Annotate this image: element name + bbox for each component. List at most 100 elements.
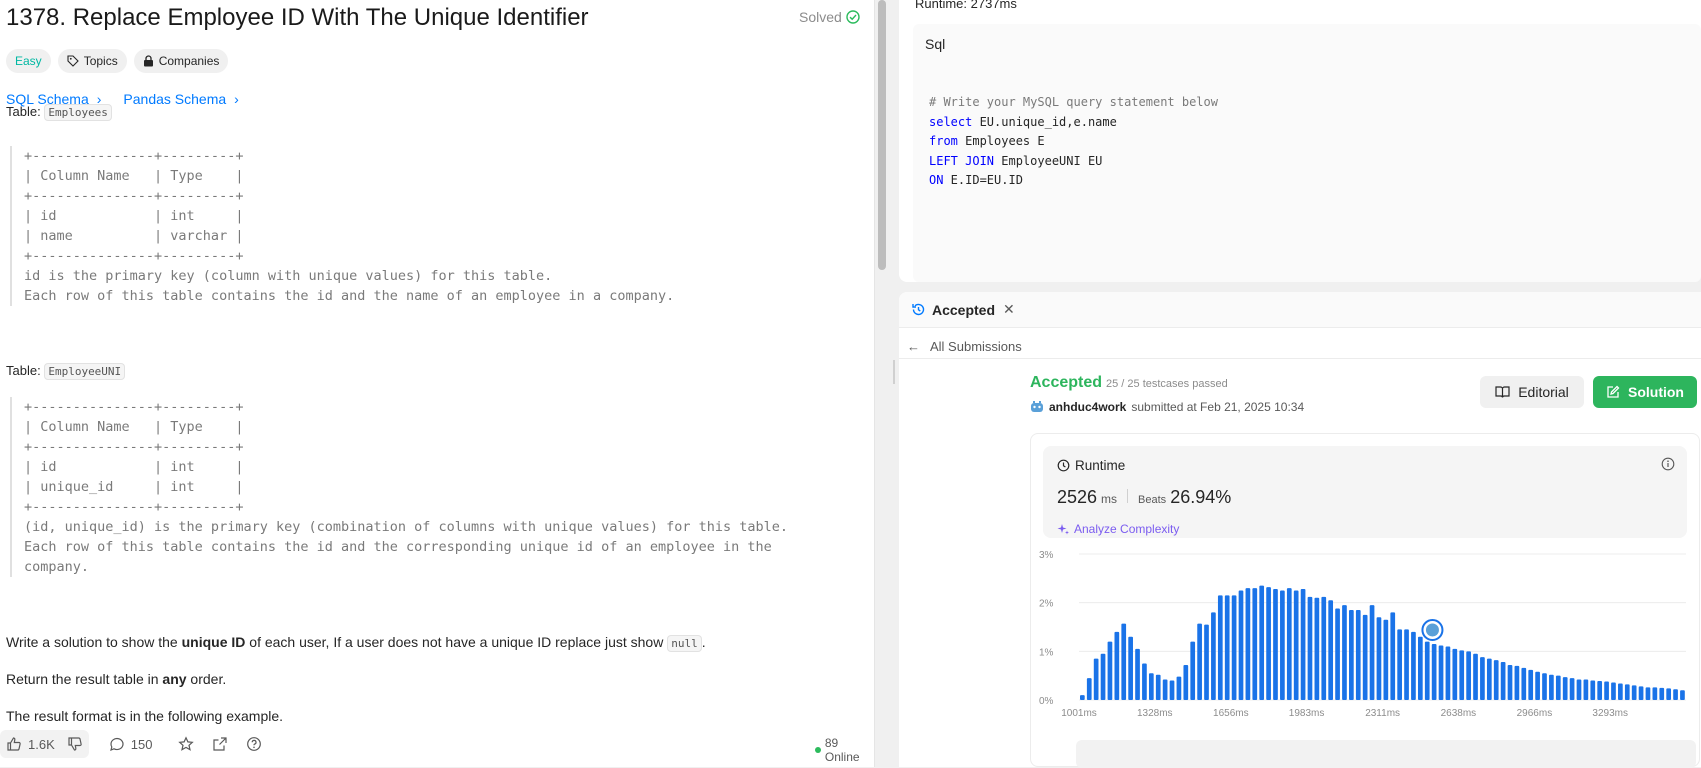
runtime-distribution-chart[interactable]: 0% 1% 2% 3% 1001ms 1328ms 1656ms 1983ms 2311ms 26… [1031,542,1701,732]
histogram-bar [1431,644,1437,700]
favorite-button[interactable] [172,730,200,758]
histogram-bar [1528,669,1534,700]
runtime-value-row: 2526 ms Beats 26.94% [1057,487,1231,508]
code-keyword: ON [929,173,944,187]
histogram-bar [1217,595,1223,700]
histogram-bar [1259,585,1265,700]
share-button[interactable] [206,730,234,758]
question-circle-icon [247,737,262,751]
histogram-bar [1080,695,1085,700]
problem-title: 1378. Replace Employee ID With The Uniqu… [6,4,589,31]
accepted-tab[interactable]: Accepted ✕ [899,292,1701,328]
histogram-bar [1238,590,1244,700]
share-icon [213,737,228,751]
chart-range-slider[interactable] [1076,740,1696,768]
histogram-bar [1142,663,1147,700]
table2-name: EmployeeUNI [44,363,126,380]
runtime-stats-card: Runtime 2526 ms Beats 26.94% Analyze Com… [1030,433,1701,768]
code-keyword: select [929,114,973,129]
histogram-bar [1307,596,1313,700]
null-code: null [667,635,702,652]
beats-value: 26.94% [1170,487,1232,507]
order-text-1: Return the result table in [6,671,163,687]
difficulty-tag[interactable]: Easy [6,49,51,73]
submitted-code-card: Sql # Write your MySQL query statement b… [913,24,1701,282]
chevron-right-icon: › [234,91,239,107]
histogram-bar [1424,641,1430,700]
dislike-button[interactable] [61,730,89,758]
histogram-bar [1507,664,1513,700]
code-text: EmployeeUNI EU [994,153,1103,168]
companies-tag[interactable]: Companies [133,49,229,73]
histogram-bar [1328,600,1334,700]
clock-icon [1057,459,1070,472]
history-icon [912,303,925,316]
comments-button[interactable]: 150 [103,730,159,758]
solution-label: Solution [1628,384,1684,400]
instruction-text-1: Write a solution to show the [6,634,182,650]
like-button[interactable]: 1.6K [0,730,61,758]
problem-panel: 1378. Replace Employee ID With The Uniqu… [0,0,875,767]
result-divider [899,358,1701,359]
runtime-unit: ms [1101,492,1118,506]
topics-label: Topics [83,54,118,68]
online-count: 89 Online [824,736,860,764]
submission-status: Accepted [1030,374,1103,391]
runtime-box[interactable]: Runtime 2526 ms Beats 26.94% Analyze Com… [1043,446,1687,538]
histogram-bar [1473,653,1478,700]
like-count: 1.6K [28,736,55,752]
all-submissions-label: All Submissions [930,338,1022,354]
sparkle-icon [1057,523,1069,534]
histogram-bar [1114,631,1120,700]
y-tick-label: 2% [1039,599,1054,610]
editorial-button[interactable]: Editorial [1480,376,1584,408]
histogram-bar [1362,614,1368,700]
histogram-bar [1335,608,1340,700]
analyze-complexity-link[interactable]: Analyze Complexity [1057,522,1179,536]
x-tick-label: 1656ms [1213,708,1249,719]
histogram-bar [1452,648,1458,700]
close-icon[interactable]: ✕ [1003,301,1015,318]
histogram-bar [1190,641,1196,700]
panel-resize-handle[interactable] [893,360,895,384]
histogram-bar [1176,676,1182,700]
solution-button[interactable]: Solution [1593,376,1697,408]
info-icon[interactable] [1661,457,1675,471]
instruction-text-2: of each user, If a user does not have a … [245,634,668,650]
user-avatar-marker [1425,623,1439,637]
submitted-at: submitted at Feb 21, 2025 10:34 [1131,400,1305,414]
topics-tag[interactable]: Topics [57,49,127,73]
histogram-bar [1086,678,1092,700]
result-panel: Accepted ✕ ← All Submissions Accepted 25… [899,292,1701,768]
histogram-bar [1252,588,1258,700]
thumbs-up-icon [7,737,21,751]
avatar[interactable] [1030,400,1044,414]
table1-prefix: Table: [6,104,41,119]
problem-scrollbar[interactable] [878,0,886,270]
online-indicator: 89 Online [815,736,875,764]
histogram-bar [1493,660,1499,700]
histogram-bar [1162,679,1168,700]
help-button[interactable] [240,730,268,758]
beats-label: Beats [1138,494,1167,506]
x-tick-label: 2638ms [1441,708,1477,719]
histogram-bar [1631,685,1637,700]
book-icon [1495,386,1510,398]
code-keyword: LEFT JOIN [929,153,995,168]
companies-label: Companies [158,54,220,68]
histogram-bar [1611,682,1616,700]
arrow-left-icon: ← [907,338,920,354]
like-dislike-group: 1.6K [0,730,89,758]
histogram-bar [1666,688,1672,700]
code-line: from Employees E [929,132,1218,152]
x-tick-label: 3293ms [1592,708,1628,719]
runtime-separator [1127,489,1129,503]
histogram-bar [1514,665,1520,700]
histogram-bar [1314,597,1320,700]
table1-schema: +---------------+---------+ | Column Nam… [10,146,674,306]
histogram-bar [1645,687,1651,700]
pandas-schema-link[interactable]: Pandas Schema › [123,91,238,107]
all-submissions-link[interactable]: ← All Submissions [907,334,1022,358]
tag-icon [67,55,79,67]
submitter-username[interactable]: anhduc4work [1049,400,1126,414]
